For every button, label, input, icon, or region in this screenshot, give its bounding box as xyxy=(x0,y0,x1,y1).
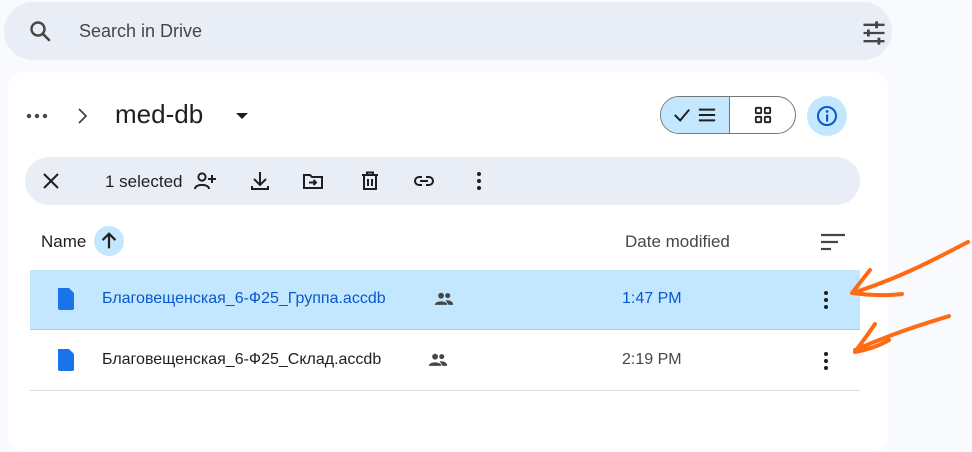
file-modified: 2:19 PM xyxy=(622,351,682,368)
shared-people-icon xyxy=(428,353,448,366)
details-button[interactable] xyxy=(807,96,847,136)
link-icon[interactable] xyxy=(412,169,436,193)
search-bar[interactable]: Search in Drive xyxy=(4,2,892,60)
file-name[interactable]: Благовещенская_6-Ф25_Группа.accdb xyxy=(102,290,386,308)
shared-people-icon xyxy=(434,292,454,305)
move-to-folder-icon[interactable] xyxy=(301,169,325,193)
more-vert-icon[interactable] xyxy=(814,288,838,312)
view-toggle[interactable] xyxy=(660,96,796,134)
file-row[interactable]: Благовещенская_6-Ф25_Склад.accdb 2:19 PM xyxy=(30,331,860,391)
file-document-icon xyxy=(58,288,74,310)
selection-count: 1 selected xyxy=(105,172,183,191)
file-name[interactable]: Благовещенская_6-Ф25_Склад.accdb xyxy=(102,351,381,369)
column-header-date-modified[interactable]: Date modified xyxy=(625,232,730,252)
arrow-up-icon xyxy=(101,232,117,249)
download-icon[interactable] xyxy=(248,169,272,193)
page-title[interactable]: med-db xyxy=(115,99,203,130)
selection-toolbar: 1 selected xyxy=(25,157,860,205)
grid-view-button[interactable] xyxy=(730,97,795,133)
list-icon xyxy=(698,108,716,122)
search-icon[interactable] xyxy=(28,19,52,43)
list-view-button[interactable] xyxy=(661,97,730,133)
file-modified: 1:47 PM xyxy=(622,290,682,307)
search-input[interactable]: Search in Drive xyxy=(79,21,202,42)
more-vert-icon[interactable] xyxy=(814,349,838,373)
annotation-arrow xyxy=(850,240,970,298)
more-vert-icon[interactable] xyxy=(467,169,491,193)
close-icon[interactable] xyxy=(39,169,63,193)
file-row[interactable]: Благовещенская_6-Ф25_Группа.accdb 1:47 P… xyxy=(30,270,860,330)
info-icon xyxy=(817,106,837,126)
trash-icon[interactable] xyxy=(358,169,382,193)
share-person-add-icon[interactable] xyxy=(193,169,217,193)
check-icon xyxy=(674,108,690,122)
chevron-right-icon xyxy=(78,108,88,124)
caret-down-icon[interactable] xyxy=(232,106,252,126)
more-horiz-icon[interactable] xyxy=(22,104,52,128)
sort-direction-button[interactable] xyxy=(94,226,124,256)
search-options-icon[interactable] xyxy=(860,19,888,47)
file-document-icon xyxy=(58,349,74,371)
annotation-arrow xyxy=(853,314,951,354)
grid-icon xyxy=(754,106,772,124)
column-header-name[interactable]: Name xyxy=(41,232,86,252)
